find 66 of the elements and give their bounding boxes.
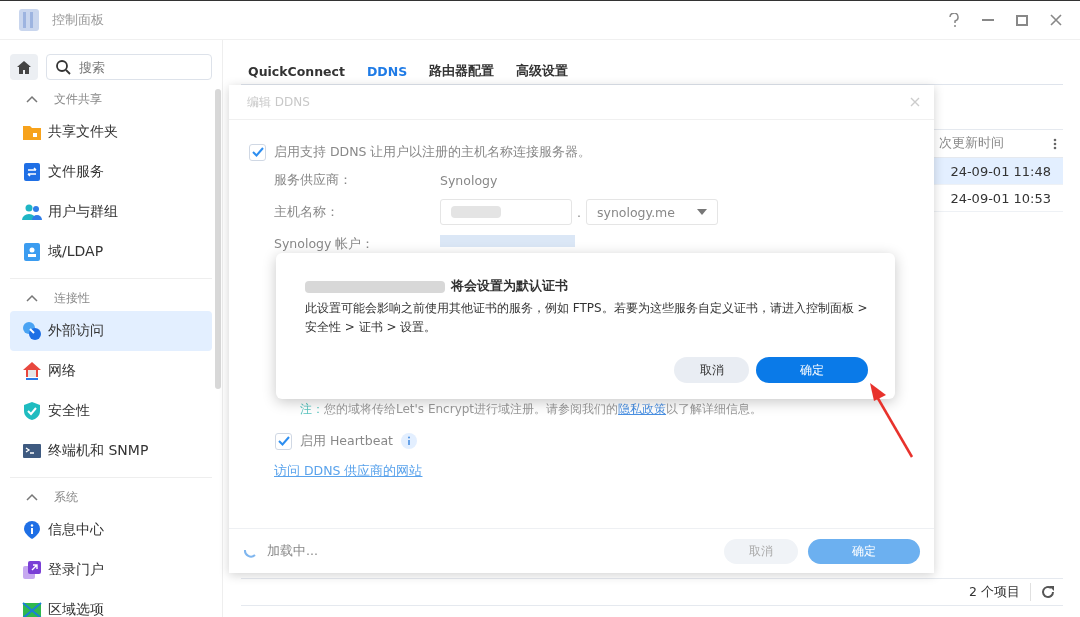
home-button[interactable] <box>10 54 38 80</box>
sidebar-item[interactable]: 登录门户 <box>10 550 212 590</box>
sidebar-item[interactable]: 用户与群组 <box>10 192 212 232</box>
cancel-button[interactable]: 取消 <box>674 357 749 383</box>
blurred-text <box>451 206 501 218</box>
input-field[interactable] <box>440 199 572 225</box>
dialog-message: 此设置可能会影响之前使用其他证书的服务，例如 FTPS。若要为这些服务自定义证书，请进入控制面板 > 安全性 > 证书 > 设置。 <box>305 300 869 336</box>
sidebar-item[interactable]: 网络 <box>10 351 212 391</box>
shield-icon <box>22 401 42 421</box>
sidebar-item[interactable]: 外部访问 <box>10 311 212 351</box>
search-field[interactable]: 搜索 <box>46 54 212 80</box>
close-icon[interactable] <box>1050 14 1062 26</box>
users-icon <box>22 202 42 222</box>
transfer-icon <box>22 162 42 182</box>
sidebar-item[interactable]: 文件服务 <box>10 152 212 192</box>
tab[interactable]: 路由器配置 <box>429 58 495 84</box>
more-icon[interactable] <box>1053 137 1057 150</box>
home-icon <box>16 59 32 75</box>
search-icon <box>55 59 71 75</box>
map-icon <box>22 600 42 617</box>
portal-icon <box>22 560 42 580</box>
checkbox-label: 启用 Heartbeat <box>300 432 393 450</box>
note-text: 注：您的域将传给Let's Encrypt进行域注册。请参阅我们的隐私政策以了解详细信息。 <box>299 401 764 418</box>
sidebar-item[interactable]: 区域选项 <box>10 590 212 617</box>
column-header[interactable]: 次更新时间 <box>939 135 1039 152</box>
refresh-icon[interactable] <box>1041 585 1055 599</box>
card-icon <box>22 242 42 262</box>
house-icon <box>22 361 42 381</box>
tab[interactable]: QuickConnect <box>248 58 345 84</box>
checkbox[interactable] <box>249 143 266 161</box>
terminal-icon <box>22 441 42 461</box>
tab[interactable]: 高级设置 <box>516 58 569 84</box>
chevron-icon[interactable] <box>26 95 38 103</box>
link-icon <box>22 321 42 341</box>
loading-text: 加载中... <box>267 542 318 560</box>
chevron-icon[interactable] <box>26 294 38 302</box>
field-value: Synology <box>440 172 498 188</box>
help-icon[interactable] <box>948 13 960 27</box>
app-icon <box>18 8 40 32</box>
window-title: 控制面板 <box>52 11 104 29</box>
scrollbar[interactable] <box>215 89 221 389</box>
checkbox-label: 启用支持 DDNS 让用户以注册的主机名称连接服务器。 <box>274 143 592 161</box>
sidebar-item[interactable]: 域/LDAP <box>10 232 212 272</box>
checkbox[interactable] <box>275 432 292 450</box>
sidebar-item[interactable]: 信息中心 <box>10 510 212 550</box>
chevron-icon[interactable] <box>26 493 38 501</box>
dialog-title: 将会设置为默认证书 <box>451 278 568 295</box>
info-icon <box>22 520 42 540</box>
item-count: 2 个项目 <box>969 583 1020 601</box>
tab[interactable]: DDNS <box>366 58 408 84</box>
section-label: 文件共享 <box>54 90 102 108</box>
info-icon[interactable] <box>400 433 417 449</box>
field-label: Synology 帐户： <box>274 235 376 253</box>
field-label: 服务供应商： <box>274 171 353 189</box>
separator: . <box>576 204 582 220</box>
maximize-icon[interactable] <box>1016 14 1028 26</box>
field-label: 主机名称： <box>274 203 340 221</box>
sidebar-item[interactable]: 安全性 <box>10 391 212 431</box>
caret-icon <box>697 209 707 215</box>
section-label: 系统 <box>54 488 78 506</box>
section-label: 连接性 <box>54 289 90 307</box>
confirm-button[interactable]: 确定 <box>756 357 868 383</box>
dropdown[interactable]: synology.me <box>586 199 718 225</box>
privacy-link[interactable]: 隐私政策 <box>618 402 667 416</box>
sidebar-item[interactable]: 共享文件夹 <box>10 112 212 152</box>
sidebar-item[interactable]: 终端机和 SNMP <box>10 431 212 471</box>
